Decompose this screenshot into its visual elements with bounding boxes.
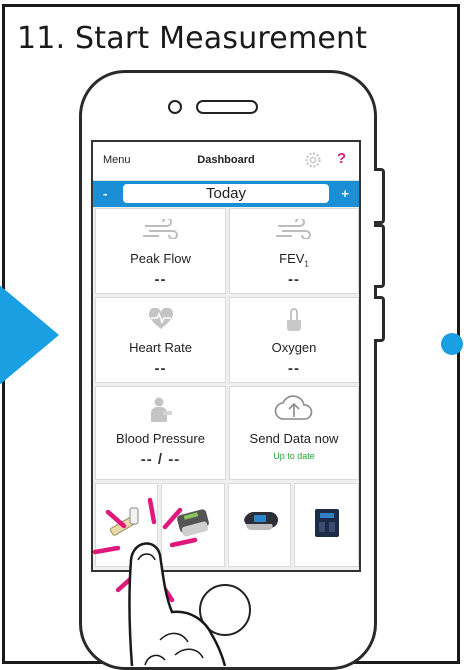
next-step-arrow [441, 333, 463, 355]
fev1-value: -- [288, 271, 300, 288]
heart-rate-tile[interactable]: Heart Rate -- [95, 297, 226, 383]
finger-icon [287, 308, 301, 331]
person-icon [150, 397, 172, 422]
fev1-label: FEV1 [279, 251, 309, 269]
date-navigator: - Today + [93, 181, 359, 207]
scale-icon [314, 509, 339, 537]
spirometer-icon [177, 509, 209, 537]
fev1-tile[interactable]: FEV1 -- [229, 208, 359, 294]
oxygen-label: Oxygen [271, 340, 317, 355]
previous-step-arrow [0, 283, 59, 387]
send-data-tile[interactable]: Send Data now Up to date [229, 386, 359, 480]
wind-icon [276, 219, 311, 239]
cloud-upload-icon [274, 395, 313, 420]
phone-side-button [374, 224, 385, 288]
peak-flow-value: -- [154, 271, 167, 288]
heart-rate-value: -- [154, 360, 167, 377]
heart-rate-label: Heart Rate [129, 340, 192, 355]
peak-flow-tile[interactable]: Peak Flow -- [95, 208, 226, 294]
heart-icon [148, 308, 173, 329]
send-data-label: Send Data now [249, 431, 339, 446]
device-spirometer-button[interactable] [161, 483, 225, 567]
peak-flow-label: Peak Flow [130, 251, 191, 266]
blood-pressure-tile[interactable]: Blood Pressure -- / -- [95, 386, 226, 480]
device-peak-flow-meter-button[interactable] [95, 483, 158, 567]
phone-side-button [374, 296, 385, 342]
phone-side-button [374, 168, 385, 224]
pulse-oximeter-icon [243, 511, 278, 531]
peak-flow-meter-icon [109, 507, 138, 536]
gear-icon[interactable] [303, 150, 323, 170]
device-scale-button[interactable] [294, 483, 359, 567]
next-day-button[interactable]: + [341, 186, 349, 201]
previous-day-button[interactable]: - [103, 186, 107, 201]
home-button [199, 584, 251, 636]
oxygen-tile[interactable]: Oxygen -- [229, 297, 359, 383]
device-pulse-oximeter-button[interactable] [228, 483, 291, 567]
phone-speaker [196, 100, 258, 114]
step-title: 11. Start Measurement [17, 21, 368, 56]
blood-pressure-label: Blood Pressure [116, 431, 205, 446]
date-display[interactable]: Today [123, 184, 329, 203]
phone-camera [168, 100, 182, 114]
wind-icon [142, 219, 178, 239]
oxygen-value: -- [288, 360, 300, 377]
help-button[interactable]: ? [337, 150, 346, 167]
sync-status-text: Up to date [273, 451, 315, 461]
app-header: Menu Dashboard ? [93, 142, 359, 181]
app-screen: Menu Dashboard ? - Today + Peak Flow -- … [91, 140, 361, 572]
blood-pressure-value: -- / -- [140, 451, 181, 468]
